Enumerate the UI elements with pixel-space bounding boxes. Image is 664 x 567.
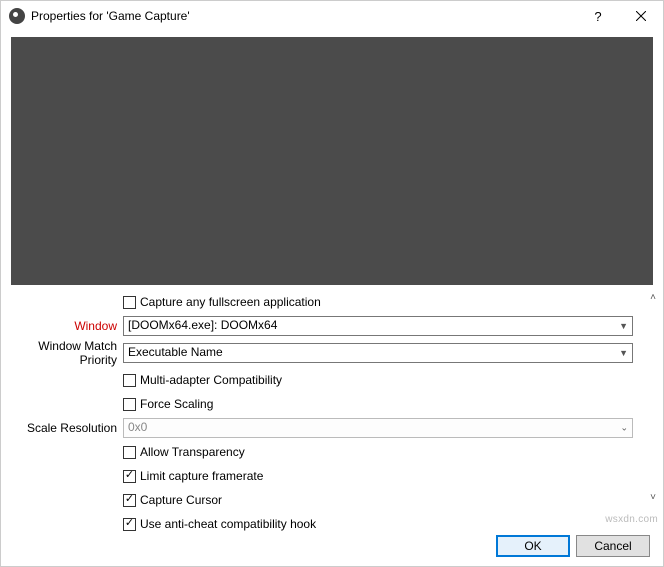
- match-priority-value: Executable Name: [128, 345, 223, 359]
- window-title: Properties for 'Game Capture': [31, 9, 578, 23]
- titlebar: Properties for 'Game Capture' ?: [1, 1, 663, 31]
- checkbox-icon: [123, 374, 136, 387]
- anti-cheat-label: Use anti-cheat compatibility hook: [140, 517, 316, 531]
- capture-fullscreen-checkbox[interactable]: Capture any fullscreen application: [123, 295, 633, 309]
- match-priority-label: Window Match Priority: [11, 339, 123, 367]
- help-button[interactable]: ?: [578, 1, 618, 31]
- allow-transparency-label: Allow Transparency: [140, 445, 245, 459]
- checkbox-icon: [123, 446, 136, 459]
- window-dropdown[interactable]: [DOOMx64.exe]: DOOMx64 ▼: [123, 316, 633, 336]
- scroll-up-icon: ˄: [645, 293, 661, 303]
- anti-cheat-checkbox[interactable]: Use anti-cheat compatibility hook: [123, 517, 633, 531]
- window-value: [DOOMx64.exe]: DOOMx64: [128, 318, 277, 332]
- checkbox-icon: [123, 296, 136, 309]
- multi-adapter-checkbox[interactable]: Multi-adapter Compatibility: [123, 373, 633, 387]
- match-priority-dropdown[interactable]: Executable Name ▼: [123, 343, 633, 363]
- cancel-button[interactable]: Cancel: [576, 535, 650, 557]
- chevron-down-icon: ▼: [619, 348, 628, 358]
- chevron-down-icon: ▼: [619, 321, 628, 331]
- preview-area: [11, 37, 653, 285]
- capture-fullscreen-label: Capture any fullscreen application: [140, 295, 321, 309]
- force-scaling-label: Force Scaling: [140, 397, 213, 411]
- capture-cursor-label: Capture Cursor: [140, 493, 222, 507]
- checkbox-icon: [123, 494, 136, 507]
- capture-cursor-checkbox[interactable]: Capture Cursor: [123, 493, 633, 507]
- scroll-down-icon: ˅: [645, 493, 661, 503]
- button-bar: OK Cancel: [496, 535, 650, 557]
- limit-framerate-label: Limit capture framerate: [140, 469, 263, 483]
- checkbox-icon: [123, 518, 136, 531]
- force-scaling-checkbox[interactable]: Force Scaling: [123, 397, 633, 411]
- chevron-down-icon: ⌄: [620, 423, 628, 434]
- watermark: wsxdn.com: [605, 514, 658, 525]
- limit-framerate-checkbox[interactable]: Limit capture framerate: [123, 469, 633, 483]
- ok-button[interactable]: OK: [496, 535, 570, 557]
- allow-transparency-checkbox[interactable]: Allow Transparency: [123, 445, 633, 459]
- app-icon: [9, 8, 25, 24]
- multi-adapter-label: Multi-adapter Compatibility: [140, 373, 282, 387]
- window-label: Window: [11, 319, 123, 333]
- scale-resolution-dropdown[interactable]: 0x0 ⌄: [123, 418, 633, 438]
- close-icon: [636, 11, 646, 21]
- close-button[interactable]: [618, 1, 663, 31]
- scale-resolution-value: 0x0: [128, 420, 147, 434]
- form-scrollbar[interactable]: ˄ ˅: [645, 293, 661, 503]
- form-area: ˄ ˅ Capture any fullscreen application W…: [1, 285, 663, 535]
- checkbox-icon: [123, 470, 136, 483]
- checkbox-icon: [123, 398, 136, 411]
- scale-resolution-label: Scale Resolution: [11, 421, 123, 435]
